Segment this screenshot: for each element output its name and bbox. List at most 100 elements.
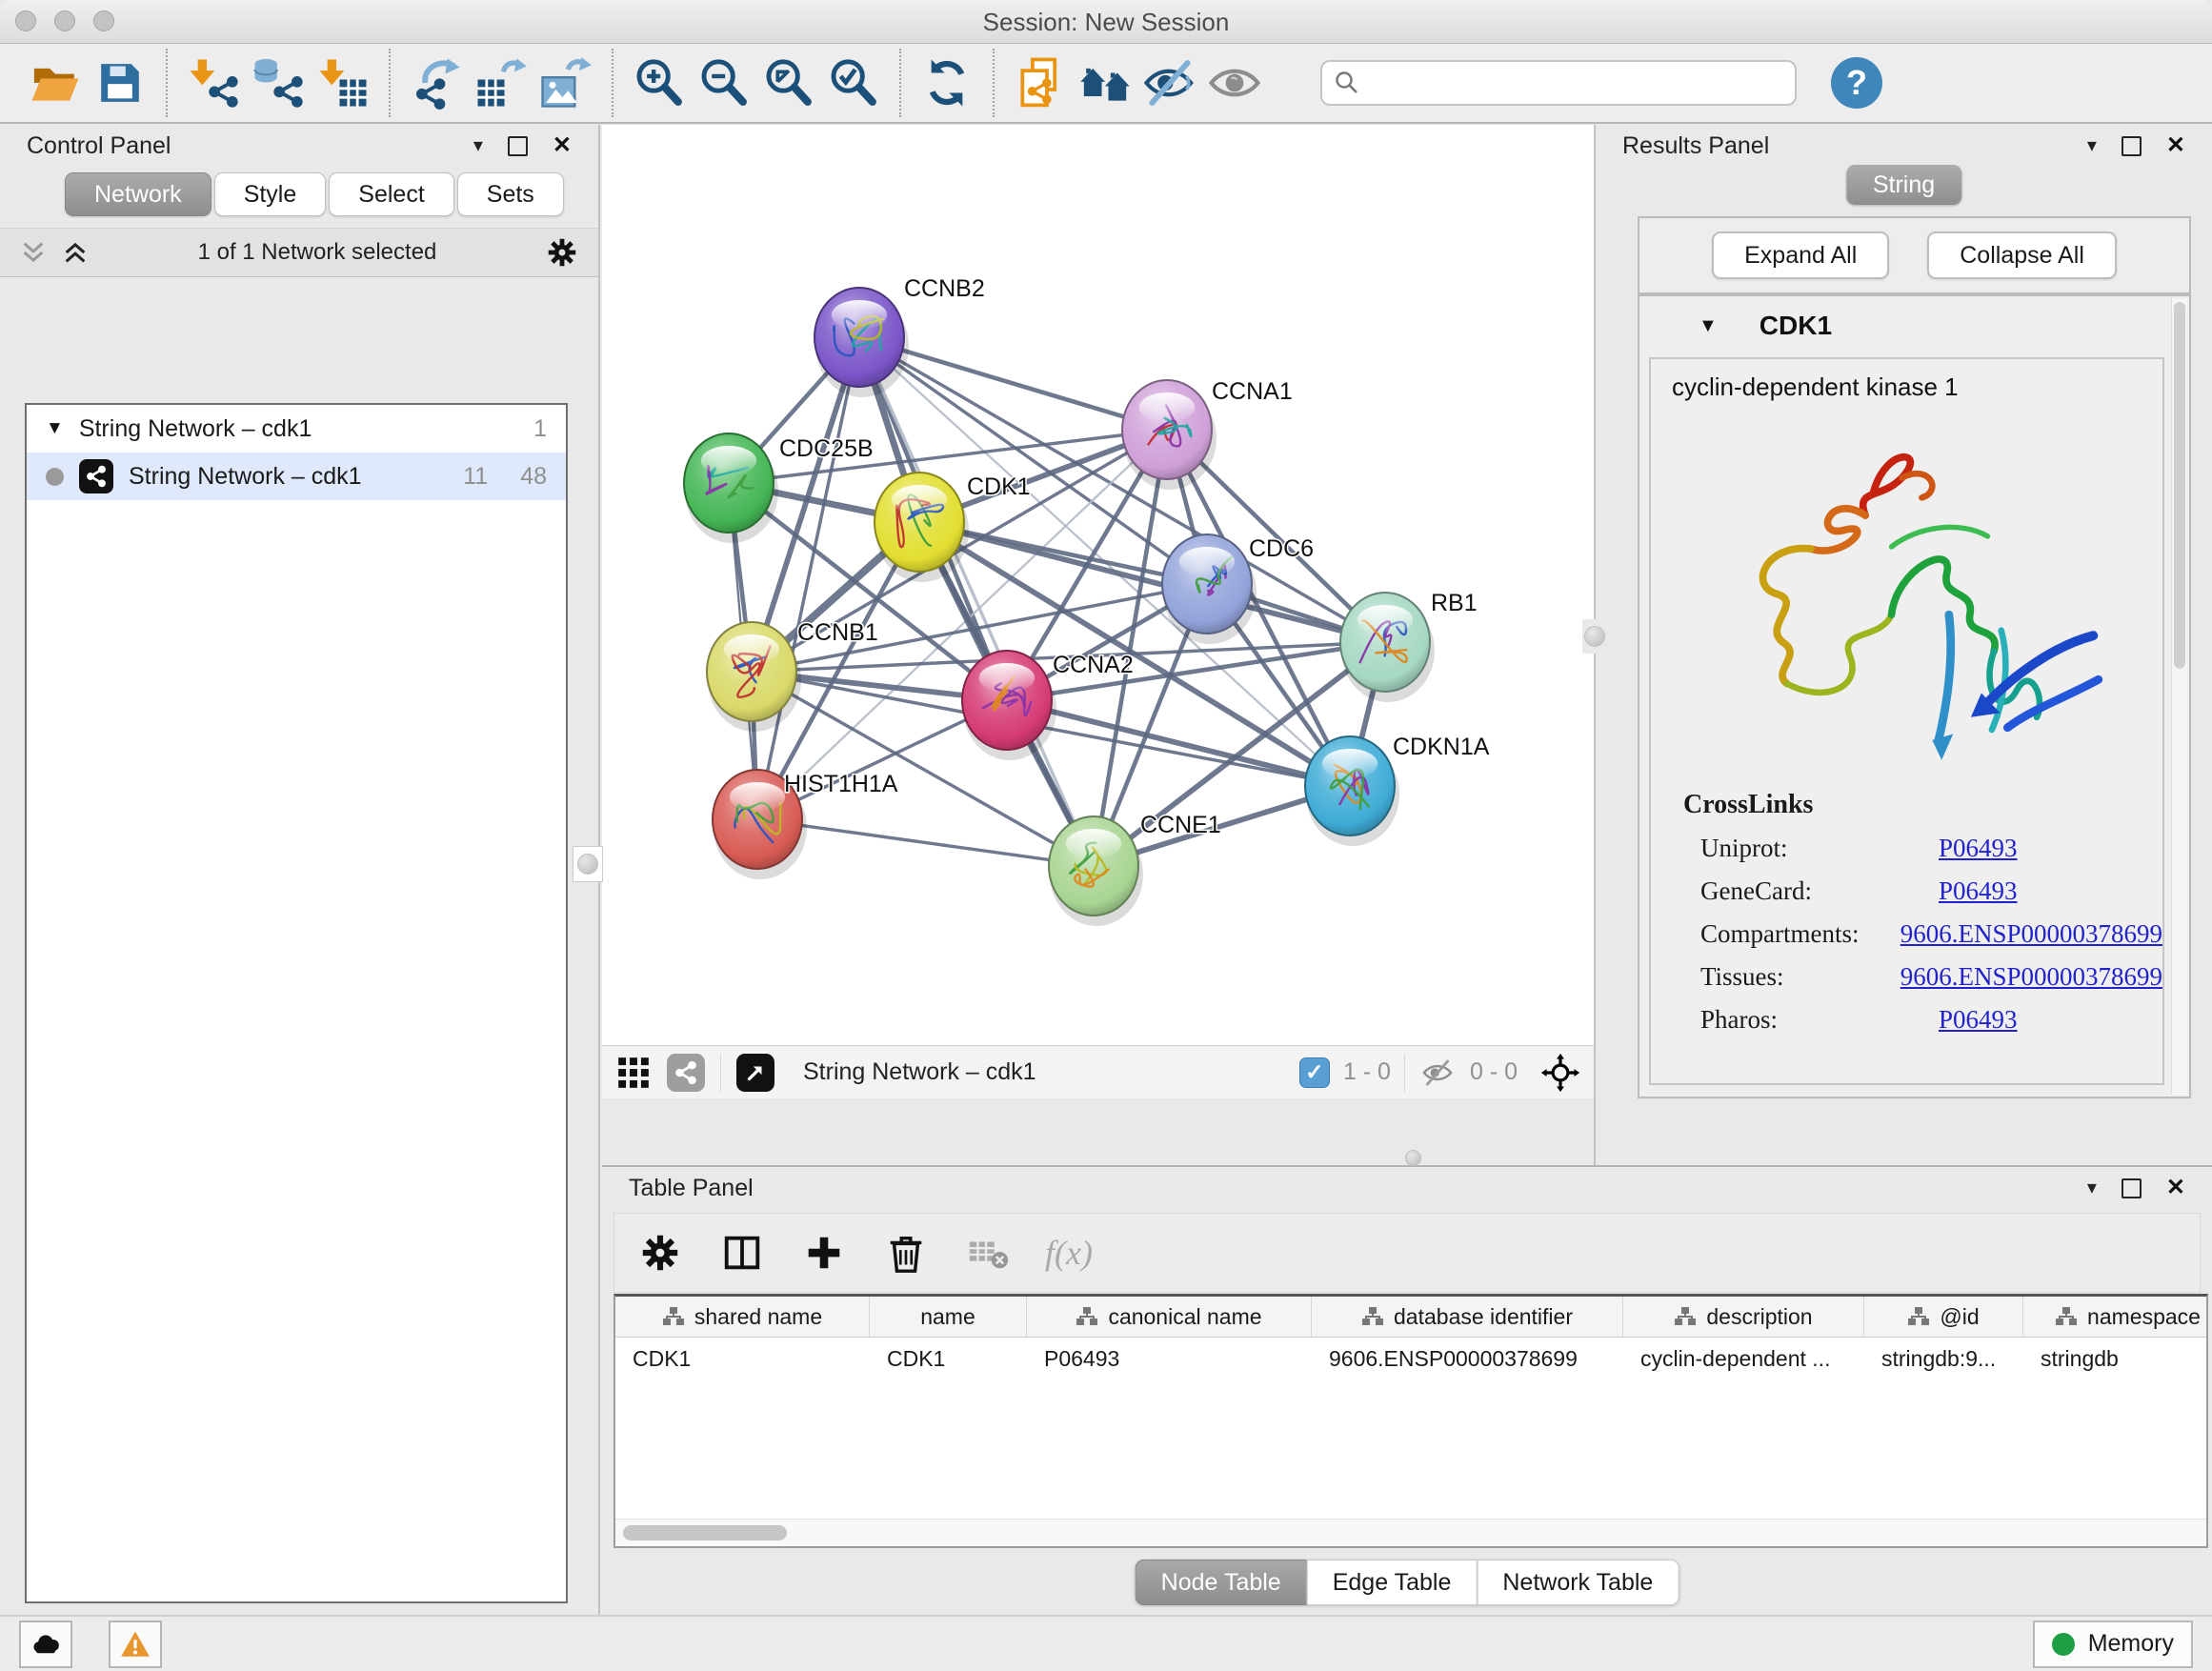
network-view-icon[interactable] (667, 1054, 705, 1092)
crosslink-row: Tissues:9606.ENSP00000378699 (1683, 962, 2162, 992)
table-close-panel-icon[interactable]: ✕ (2166, 1177, 2185, 1199)
selected-indicator-checkbox[interactable]: ✓ (1299, 1057, 1330, 1088)
add-column-button[interactable] (799, 1228, 849, 1278)
network-options-gear-icon[interactable] (545, 235, 579, 270)
network-node-CCNB2[interactable]: CCNB2 (814, 275, 985, 397)
network-graph[interactable]: CCNB2CCNA1CDC25BCDK1CDC6RB1CCNB1CCNA2CDK… (602, 125, 1594, 1045)
results-scrollbar[interactable] (2171, 298, 2187, 1095)
column-header-database-identifier[interactable]: database identifier (1312, 1297, 1623, 1337)
float-panel-icon[interactable] (508, 136, 528, 156)
network-edge-count: 48 (520, 463, 547, 491)
network-collection-row[interactable]: ▼ String Network – cdk1 1 (27, 405, 566, 453)
node-label-CDC25B: CDC25B (779, 435, 874, 462)
collapse-all-icon[interactable] (19, 239, 48, 266)
export-table-button[interactable] (469, 50, 533, 115)
table-settings-gear-button[interactable] (635, 1228, 685, 1278)
tab-sets[interactable]: Sets (457, 172, 564, 216)
network-edge-CCNB2-HIST1H1A[interactable] (757, 337, 859, 819)
import-network-database-button[interactable] (246, 50, 311, 115)
tab-string[interactable]: String (1846, 165, 1961, 205)
network-node-CCNE1[interactable]: CCNE1 (1049, 812, 1221, 926)
table-horizontal-scrollbar[interactable] (615, 1519, 2206, 1546)
collection-expander-icon[interactable]: ▼ (46, 418, 64, 439)
delete-table-button[interactable] (963, 1228, 1013, 1278)
zoom-selected-button[interactable] (821, 50, 886, 115)
horizontal-splitter-handle[interactable] (1397, 1150, 1429, 1165)
network-node-CDK1[interactable]: CDK1 (875, 473, 1031, 582)
collapse-all-button[interactable]: Collapse All (1927, 232, 2117, 279)
network-node-CDKN1A[interactable]: CDKN1A (1305, 734, 1490, 846)
export-image-button[interactable] (533, 50, 598, 115)
table-cell: stringdb:9... (1864, 1346, 2023, 1372)
tab-select[interactable]: Select (329, 172, 453, 216)
open-session-button[interactable] (23, 50, 88, 115)
column-header-namespace[interactable]: namespace (2023, 1297, 2208, 1337)
results-close-panel-icon[interactable]: ✕ (2166, 134, 2185, 157)
clone-network-button[interactable] (1008, 50, 1073, 115)
expand-all-button[interactable]: Expand All (1712, 232, 1889, 279)
zoom-fit-button[interactable] (756, 50, 821, 115)
apply-layout-button[interactable] (915, 50, 979, 115)
import-network-file-button[interactable] (181, 50, 246, 115)
expand-all-icon[interactable] (61, 239, 90, 266)
panel-menu-icon[interactable]: ▾ (473, 136, 483, 155)
crosslink-link[interactable]: P06493 (1939, 876, 2018, 906)
network-node-CCNA1[interactable]: CCNA1 (1122, 378, 1293, 490)
close-panel-icon[interactable]: ✕ (553, 134, 572, 157)
memory-button[interactable]: Memory (2033, 1621, 2193, 1668)
save-session-button[interactable] (88, 50, 152, 115)
network-node-CDC25B[interactable]: CDC25B (684, 433, 874, 543)
column-header-name[interactable]: name (870, 1297, 1027, 1337)
results-panel-menu-icon[interactable]: ▾ (2087, 136, 2097, 155)
detach-view-icon[interactable] (736, 1054, 774, 1092)
tab-network[interactable]: Network (65, 172, 211, 216)
protein-expander-icon[interactable]: ▼ (1699, 315, 1718, 337)
column-header-shared-name[interactable]: shared name (615, 1297, 870, 1337)
table-scrollbar-thumb[interactable] (623, 1525, 787, 1540)
results-float-panel-icon[interactable] (2122, 136, 2142, 156)
grid-view-icon[interactable] (615, 1055, 652, 1091)
crosslink-link[interactable]: 9606.ENSP00000378699 (1900, 962, 2162, 992)
search-input[interactable] (1320, 60, 1797, 106)
crosslink-link[interactable]: 9606.ENSP00000378699 (1900, 919, 2162, 949)
tab-edge-table[interactable]: Edge Table (1307, 1560, 1478, 1605)
network-edge-CDK1-RB1[interactable] (919, 522, 1385, 642)
fit-content-crosshair-icon[interactable] (1540, 1053, 1580, 1093)
hide-selected-button[interactable] (1137, 50, 1202, 115)
network-canvas[interactable]: CCNB2CCNA1CDC25BCDK1CDC6RB1CCNB1CCNA2CDK… (602, 125, 1594, 1098)
function-builder-button[interactable]: f(x) (1045, 1233, 1093, 1273)
vertical-splitter-handle[interactable] (573, 846, 603, 882)
table-panel-menu-icon[interactable]: ▾ (2087, 1178, 2097, 1198)
tab-node-table[interactable]: Node Table (1136, 1560, 1307, 1605)
crosslink-link[interactable]: P06493 (1939, 834, 2018, 863)
network-node-RB1[interactable]: RB1 (1340, 590, 1478, 702)
cloud-status-button[interactable] (19, 1621, 72, 1668)
delete-column-button[interactable] (881, 1228, 931, 1278)
network-node-CCNA2[interactable]: CCNA2 (962, 651, 1134, 760)
import-table-file-button[interactable] (311, 50, 375, 115)
column-header-canonical-name[interactable]: canonical name (1027, 1297, 1312, 1337)
column-header--id[interactable]: @id (1864, 1297, 2023, 1337)
table-float-panel-icon[interactable] (2122, 1178, 2142, 1198)
warnings-button[interactable] (109, 1621, 162, 1668)
toolbar-separator (899, 49, 901, 117)
column-header-description[interactable]: description (1623, 1297, 1864, 1337)
help-button[interactable]: ? (1831, 57, 1882, 109)
node-label-HIST1H1A: HIST1H1A (784, 771, 898, 797)
right-splitter-handle[interactable] (1582, 619, 1607, 654)
show-columns-button[interactable] (717, 1228, 767, 1278)
tab-network-table[interactable]: Network Table (1477, 1560, 1679, 1605)
zoom-out-button[interactable] (692, 50, 756, 115)
network-edge-HIST1H1A-CCNE1[interactable] (757, 819, 1094, 866)
first-neighbors-button[interactable] (1073, 50, 1137, 115)
table-row[interactable]: CDK1CDK1P064939606.ENSP00000378699cyclin… (615, 1338, 2206, 1379)
export-network-button[interactable] (404, 50, 469, 115)
network-row[interactable]: String Network – cdk1 11 48 (27, 453, 566, 500)
tab-style[interactable]: Style (214, 172, 327, 216)
show-all-button[interactable] (1202, 50, 1267, 115)
results-scrollbar-thumb[interactable] (2174, 302, 2185, 669)
network-node-HIST1H1A[interactable]: HIST1H1A (713, 770, 898, 879)
crosslink-link[interactable]: P06493 (1939, 1005, 2018, 1035)
zoom-in-button[interactable] (627, 50, 692, 115)
network-node-count: 11 (463, 463, 488, 491)
